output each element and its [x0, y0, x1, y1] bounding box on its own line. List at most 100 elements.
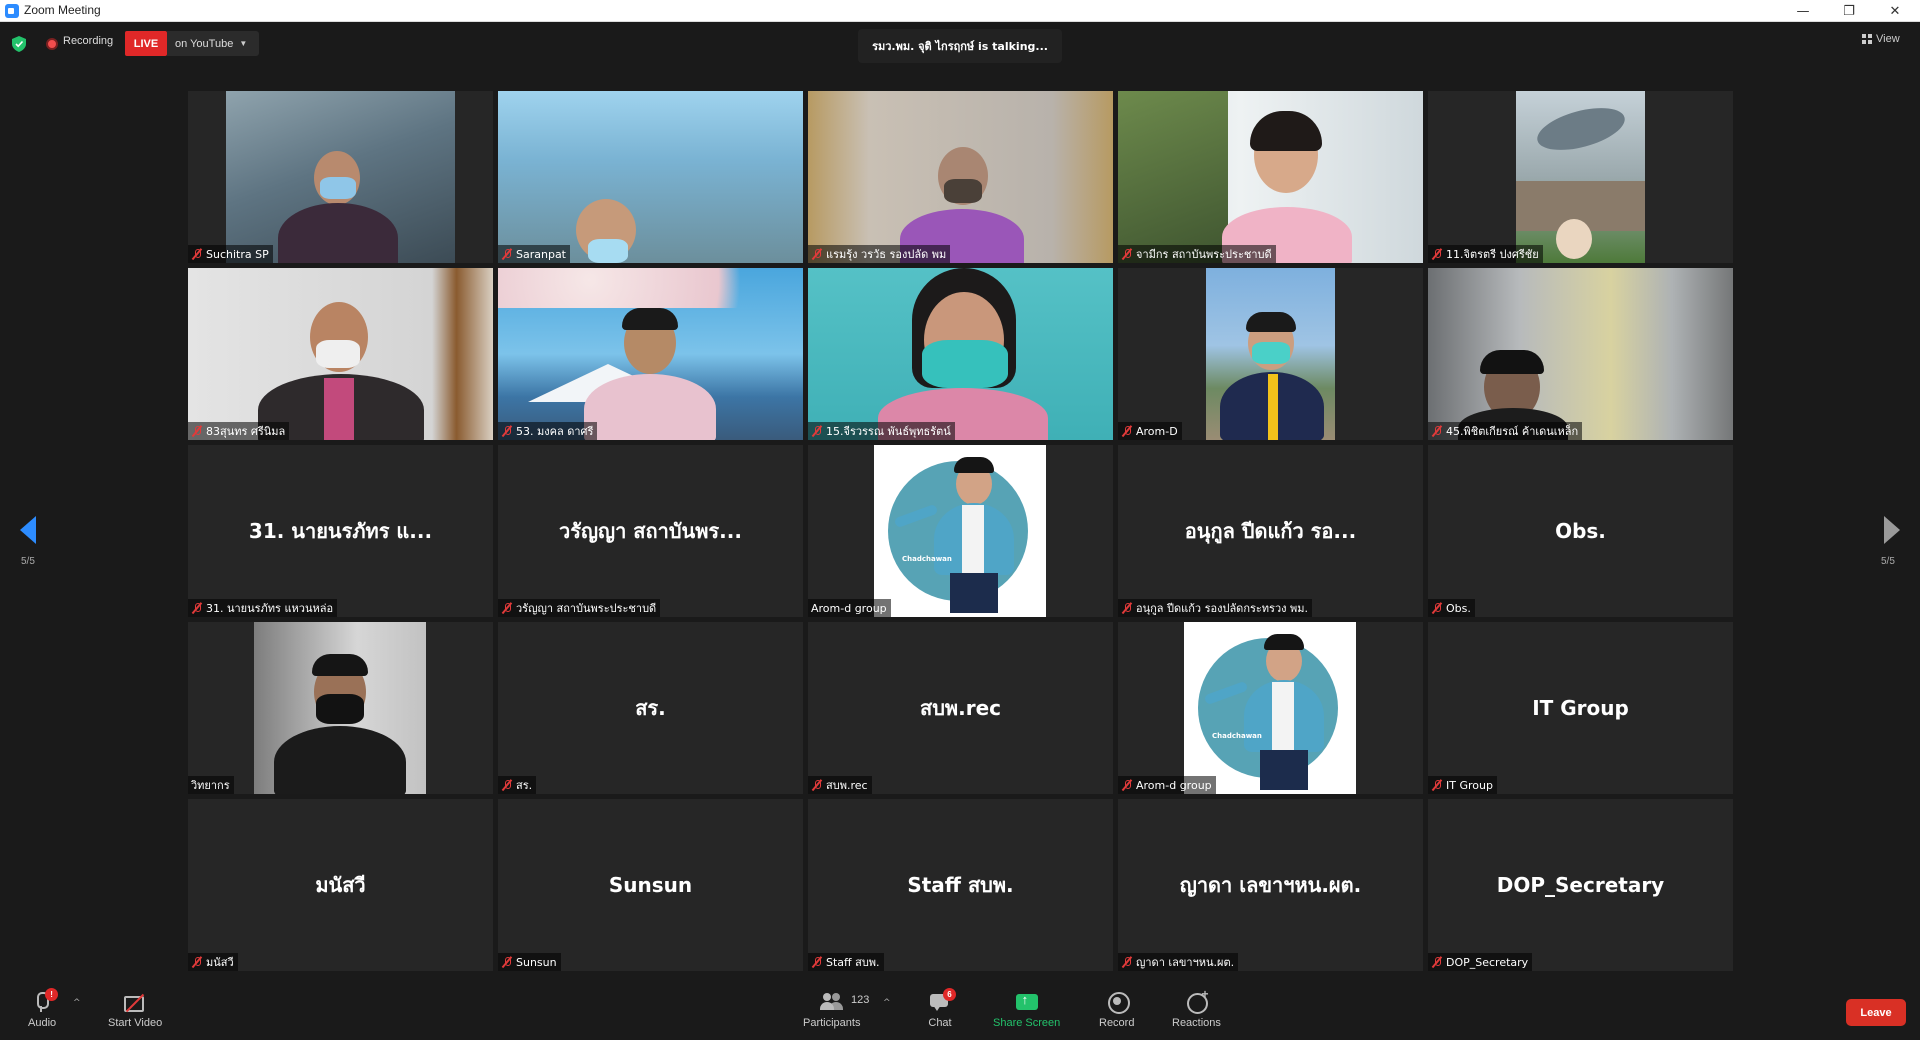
caret-down-icon: ▼	[239, 39, 248, 48]
recording-label[interactable]: Recording	[63, 35, 113, 47]
participant-display-name: สบพ.rec	[920, 696, 1001, 720]
participant-name: IT Group	[1446, 778, 1493, 792]
participant-tile[interactable]: ญาดา เลขาฯหน.ผต. ญาดา เลขาฯหน.ผต.	[1118, 799, 1423, 971]
muted-mic-icon	[1431, 779, 1443, 791]
participant-display-name: มนัสวี	[315, 873, 366, 897]
record-label: Record	[1099, 1017, 1135, 1029]
muted-mic-icon	[191, 248, 203, 260]
participant-name-tag: สร.	[498, 776, 537, 794]
participant-tile[interactable]: 53. มงคล ดาศรี	[498, 268, 803, 440]
participant-name: 31. นายนรภัทร แหวนหล่อ	[206, 602, 334, 615]
participant-name-tag: Sunsun	[498, 953, 561, 971]
participant-tile[interactable]: มนัสวี มนัสวี	[188, 799, 493, 971]
leave-button[interactable]: Leave	[1846, 999, 1906, 1026]
participant-tile[interactable]: จามีกร สถาบันพระประชาบดี	[1118, 91, 1423, 263]
participant-video	[1206, 268, 1335, 440]
participants-options-caret-icon[interactable]: ^	[883, 998, 891, 1008]
participant-tile[interactable]: อนุกูล ปีดแก้ว รอ... อนุกูล ปีดแก้ว รองป…	[1118, 445, 1423, 617]
live-badge[interactable]: LIVE	[125, 31, 167, 56]
participant-name: 11.จิตรตรี ปงศรีชัย	[1446, 248, 1539, 261]
participant-tile[interactable]: Saranpat	[498, 91, 803, 263]
participant-video	[1428, 268, 1733, 440]
participant-tile[interactable]: Sunsun Sunsun	[498, 799, 803, 971]
participant-name: สบพ.rec	[826, 779, 868, 792]
encryption-shield-icon[interactable]	[12, 36, 26, 52]
previous-page-arrow-icon[interactable]	[20, 516, 36, 544]
participant-name-tag: มนัสวี	[188, 953, 238, 971]
participant-tile[interactable]: 83สุนทร ศรีนิมล	[188, 268, 493, 440]
participant-name: วิทยากร	[191, 779, 230, 792]
participant-name-tag: Arom-D	[1118, 422, 1182, 440]
audio-warning-badge: !	[45, 988, 59, 1001]
reactions-button[interactable]: Reactions	[1172, 987, 1221, 1029]
view-button[interactable]: View	[1862, 33, 1900, 45]
participant-tile[interactable]: 45.พิชิตเกียรณ์ ค้าเดนเหล็ก	[1428, 268, 1733, 440]
participant-tile[interactable]: แรมรุ้ง วรวัธ รองปลัด พม	[808, 91, 1113, 263]
share-screen-icon	[1014, 990, 1040, 1014]
participant-tile[interactable]: วรัญญา สถาบันพร... วรัญญา สถาบันพระประชา…	[498, 445, 803, 617]
livestream-target-label: on YouTube	[175, 37, 234, 50]
share-screen-button[interactable]: Share Screen	[993, 990, 1060, 1029]
participants-count: 123	[851, 994, 870, 1006]
audio-button[interactable]: ! Audio	[28, 988, 59, 1029]
participant-name-tag: DOP_Secretary	[1428, 953, 1533, 971]
participant-tile[interactable]: DOP_Secretary DOP_Secretary	[1428, 799, 1733, 971]
participant-name-tag: Obs.	[1428, 599, 1475, 617]
record-button[interactable]: Record	[1099, 990, 1134, 1029]
participant-tile[interactable]: 15.จีรวรรณ พันธ์พุทธรัตน์	[808, 268, 1113, 440]
participant-video	[226, 91, 455, 263]
participant-name: แรมรุ้ง วรวัธ รองปลัด พม	[826, 248, 947, 261]
participant-tile[interactable]: Obs. Obs.	[1428, 445, 1733, 617]
participant-tile[interactable]: 11.จิตรตรี ปงศรีชัย	[1428, 91, 1733, 263]
participant-name-tag: 53. มงคล ดาศรี	[498, 422, 598, 440]
participant-display-name: IT Group	[1532, 696, 1629, 720]
view-label: View	[1876, 33, 1900, 45]
meeting-toolbar	[0, 980, 1920, 1040]
participant-tile[interactable]: สบพ.rec สบพ.rec	[808, 622, 1113, 794]
participant-name: จามีกร สถาบันพระประชาบดี	[1136, 248, 1272, 261]
reactions-label: Reactions	[1172, 1017, 1221, 1029]
muted-mic-icon	[1121, 956, 1133, 968]
participant-tile[interactable]: Suchitra SP	[188, 91, 493, 263]
participant-video	[498, 91, 803, 263]
muted-mic-icon	[501, 779, 513, 791]
maximize-button[interactable]: ❐	[1826, 0, 1872, 22]
share-screen-label: Share Screen	[993, 1017, 1061, 1029]
participant-display-name: DOP_Secretary	[1496, 873, 1665, 897]
muted-mic-icon	[811, 956, 823, 968]
participant-video	[808, 91, 1113, 263]
muted-mic-icon	[501, 602, 513, 614]
participant-tile[interactable]: 31. นายนรภัทร แ... 31. นายนรภัทร แหวนหล่…	[188, 445, 493, 617]
participant-tile[interactable]: สร. สร.	[498, 622, 803, 794]
participant-name: สร.	[516, 779, 533, 792]
participant-tile[interactable]: Arom-D	[1118, 268, 1423, 440]
start-video-button[interactable]: Start Video	[108, 990, 162, 1029]
participant-display-name: สร.	[635, 696, 666, 720]
page-indicator-right: 5/5	[1881, 556, 1895, 567]
muted-mic-icon	[501, 425, 513, 437]
livestream-target-dropdown[interactable]: on YouTube ▼	[167, 31, 259, 56]
participant-name-tag: สบพ.rec	[808, 776, 872, 794]
next-page-arrow-icon[interactable]	[1884, 516, 1900, 544]
audio-options-caret-icon[interactable]: ^	[73, 998, 81, 1008]
participant-display-name: Staff สบพ.	[907, 873, 1014, 897]
participant-tile[interactable]: Staff สบพ. Staff สบพ.	[808, 799, 1113, 971]
participant-name: Arom-D	[1136, 424, 1178, 438]
participant-tile[interactable]: Chadchawan Arom-d group	[808, 445, 1113, 617]
participant-display-name: ญาดา เลขาฯหน.ผต.	[1179, 873, 1362, 897]
participant-name: วรัญญา สถาบันพระประชาบดี	[516, 602, 657, 615]
close-window-button[interactable]: ✕	[1872, 0, 1918, 22]
participant-name-tag: ญาดา เลขาฯหน.ผต.	[1118, 953, 1239, 971]
participant-name: Obs.	[1446, 601, 1471, 615]
chat-button[interactable]: 6 Chat	[927, 988, 956, 1029]
muted-mic-icon	[1121, 248, 1133, 260]
participant-tile[interactable]: IT Group IT Group	[1428, 622, 1733, 794]
minimize-button[interactable]: —	[1780, 0, 1826, 22]
participant-video	[808, 268, 1113, 440]
participant-tile[interactable]: วิทยากร	[188, 622, 493, 794]
profile-picture: Chadchawan	[874, 445, 1046, 617]
muted-mic-icon	[501, 248, 513, 260]
chat-label: Chat	[928, 1017, 952, 1029]
participant-name: Arom-d group	[811, 601, 887, 615]
participant-tile[interactable]: Chadchawan Arom-d group	[1118, 622, 1423, 794]
